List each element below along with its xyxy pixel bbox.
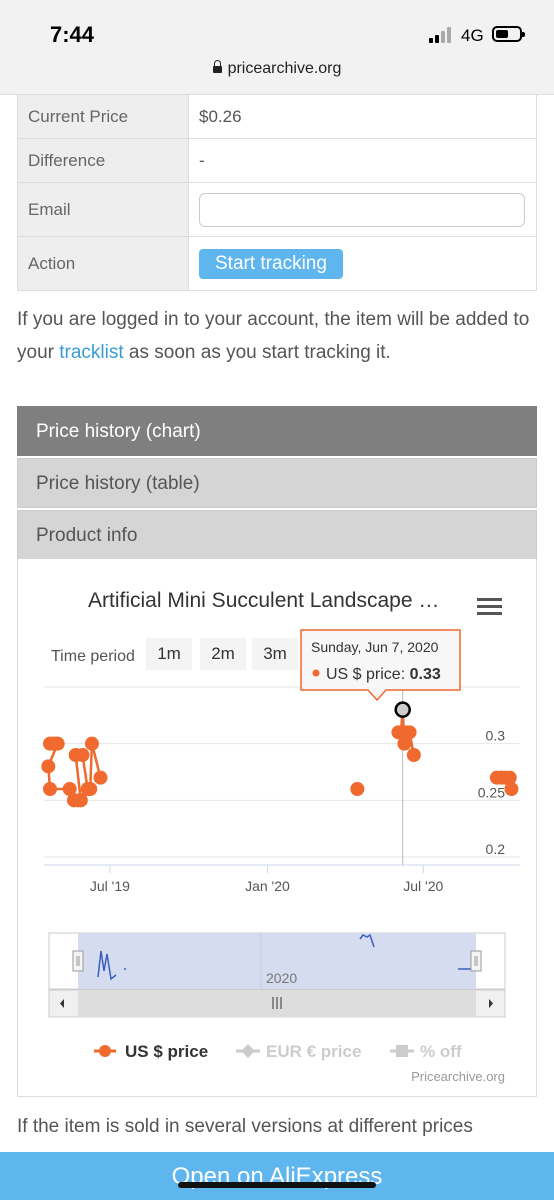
svg-text:US $ price: 0.33: US $ price: 0.33 bbox=[326, 666, 441, 683]
tab-price-history-chart[interactable]: Price history (chart) bbox=[17, 406, 537, 456]
y-tick-label: 0.25 bbox=[478, 784, 505, 800]
tracking-info-text: If you are logged in to your account, th… bbox=[17, 309, 530, 363]
chart-title: Artificial Mini Succulent Landscape … bbox=[88, 589, 439, 612]
email-field[interactable] bbox=[199, 192, 525, 227]
navigator-scrollbar[interactable] bbox=[48, 989, 506, 1018]
versions-note-text: If the item is sold in several versions … bbox=[17, 1116, 473, 1137]
open-on-aliexpress-button[interactable]: Open on AliExpress bbox=[0, 1152, 554, 1200]
navigator[interactable]: 2020 bbox=[48, 932, 506, 990]
price-point bbox=[41, 759, 56, 774]
tracklist-link[interactable]: tracklist bbox=[59, 342, 123, 363]
legend-item-us-price[interactable]: US $ price bbox=[94, 1042, 208, 1061]
tab-price-history-table[interactable]: Price history (table) bbox=[17, 458, 537, 508]
price-chart-panel: Artificial Mini Succulent Landscape … Ti… bbox=[17, 559, 537, 1097]
tooltip-series: US $ price: bbox=[326, 666, 410, 683]
price-point bbox=[350, 782, 365, 796]
status-bar: 7:44 4G pricearchive.org bbox=[0, 0, 554, 95]
lock-icon bbox=[212, 60, 222, 73]
period-button-1m[interactable]: 1m bbox=[146, 638, 192, 670]
table-row: Current Price $0.26 bbox=[17, 94, 537, 139]
price-info-table: Current Price $0.26 Difference - Email A… bbox=[17, 94, 537, 291]
time-period-label: Time period bbox=[51, 648, 135, 665]
table-row: Difference - bbox=[17, 138, 537, 183]
svg-text:EUR € price: EUR € price bbox=[266, 1042, 361, 1061]
email-label: Email bbox=[17, 182, 189, 237]
status-time: 7:44 bbox=[50, 22, 95, 47]
chart-menu-icon[interactable] bbox=[477, 598, 502, 615]
x-tick-label: Jan '20 bbox=[245, 878, 290, 894]
chart-credit[interactable]: Pricearchive.org bbox=[411, 1069, 505, 1084]
current-price-value: $0.26 bbox=[188, 94, 537, 139]
difference-label: Difference bbox=[17, 138, 189, 183]
svg-text:1m: 1m bbox=[157, 644, 181, 663]
highlighted-point bbox=[394, 701, 411, 718]
svg-text:% off: % off bbox=[420, 1042, 462, 1061]
tooltip-date: Sunday, Jun 7, 2020 bbox=[311, 639, 439, 655]
signal-icon bbox=[429, 27, 455, 43]
price-point bbox=[402, 725, 417, 740]
navigator-right-handle[interactable] bbox=[470, 950, 482, 972]
period-button-3m[interactable]: 3m bbox=[252, 638, 298, 670]
y-tick-label: 0.3 bbox=[486, 728, 506, 744]
price-point bbox=[83, 782, 98, 796]
price-point bbox=[406, 748, 421, 762]
difference-value: - bbox=[188, 138, 537, 183]
svg-text:2m: 2m bbox=[211, 644, 235, 663]
x-tick-label: Jul '20 bbox=[403, 878, 443, 894]
price-point bbox=[42, 782, 57, 796]
x-tick-label: Jul '19 bbox=[90, 878, 130, 894]
price-chart: Artificial Mini Succulent Landscape … Ti… bbox=[41, 589, 520, 1084]
navigator-year-label: 2020 bbox=[266, 970, 297, 986]
y-tick-label: 0.2 bbox=[486, 841, 506, 857]
price-point bbox=[50, 736, 65, 751]
tooltip: Sunday, Jun 7, 2020 US $ price: 0.33 bbox=[300, 629, 461, 702]
current-price-label: Current Price bbox=[17, 94, 189, 139]
tooltip-value: 0.33 bbox=[410, 666, 441, 683]
url-text: pricearchive.org bbox=[227, 60, 342, 77]
price-point bbox=[504, 782, 519, 796]
svg-text:3m: 3m bbox=[263, 644, 287, 663]
network-type: 4G bbox=[461, 26, 484, 45]
navigator-left-handle[interactable] bbox=[72, 950, 84, 972]
action-label: Action bbox=[17, 236, 189, 291]
price-point bbox=[84, 736, 99, 751]
period-button-2m[interactable]: 2m bbox=[200, 638, 246, 670]
battery-icon bbox=[492, 26, 525, 42]
start-tracking-button[interactable]: Start tracking bbox=[199, 248, 343, 279]
legend-item-eur-price[interactable]: EUR € price bbox=[236, 1042, 361, 1061]
plot-area: Jul '19 Jan '20 Jul '20 0.2 0.25 0.3 bbox=[41, 686, 520, 894]
tab-product-info[interactable]: Product info bbox=[17, 510, 537, 560]
price-point bbox=[75, 748, 90, 762]
svg-text:US $ price: US $ price bbox=[125, 1042, 208, 1061]
price-point bbox=[93, 770, 108, 785]
table-row: Action Start tracking bbox=[17, 236, 537, 291]
table-row: Email bbox=[17, 182, 537, 237]
address-bar[interactable]: pricearchive.org bbox=[0, 60, 554, 78]
legend-item-percent-off[interactable]: % off bbox=[390, 1042, 462, 1061]
home-indicator bbox=[178, 1182, 376, 1188]
